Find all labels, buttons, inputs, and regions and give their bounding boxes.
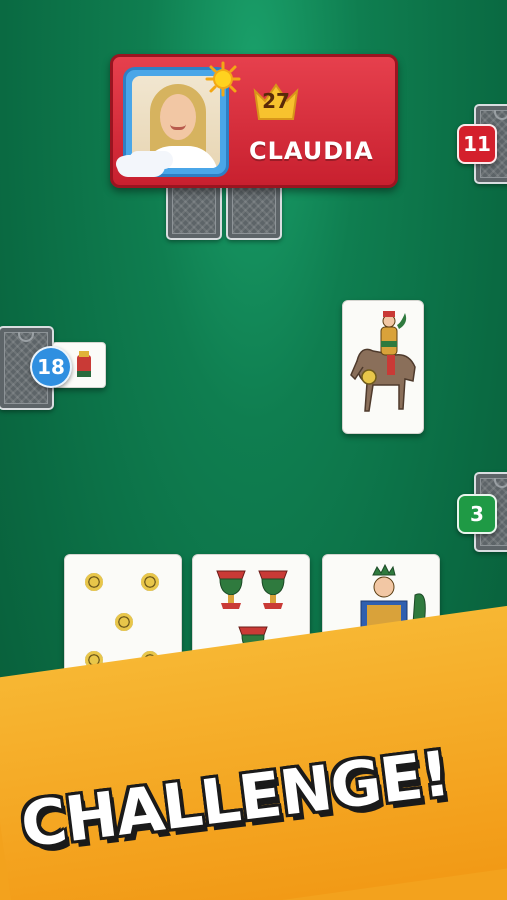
sun-icon	[205, 61, 241, 97]
level-label: 27	[262, 89, 290, 113]
opponent-panel[interactable]: 27 CLAUDIA	[110, 54, 398, 188]
cloud-icon	[117, 155, 165, 177]
right-card-count-badge: 3	[457, 494, 497, 534]
top-right-card-count-badge: 11	[457, 124, 497, 164]
opponent-name: CLAUDIA	[249, 137, 374, 165]
played-card-knight	[342, 300, 424, 434]
left-card-count-badge: 18	[30, 346, 72, 388]
